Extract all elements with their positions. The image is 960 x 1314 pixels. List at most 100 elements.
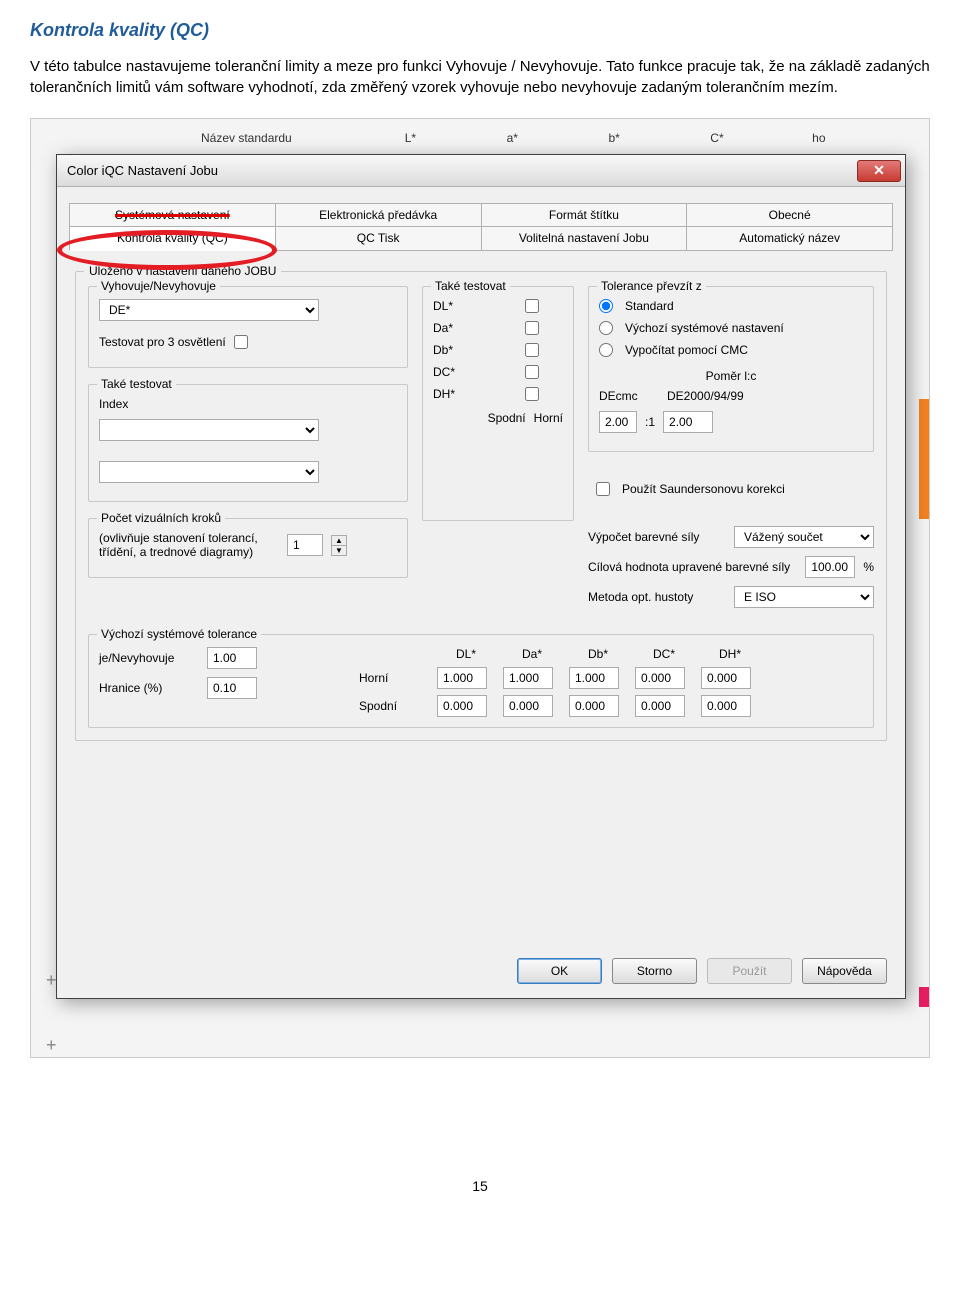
- border-tol-input[interactable]: [207, 677, 257, 699]
- border-tol-label: Hranice (%): [99, 681, 199, 695]
- dialog-title: Color iQC Nastavení Jobu: [67, 163, 857, 178]
- de-select[interactable]: DE*: [99, 299, 319, 321]
- group-saved-in-job: Uloženo v nastavení daného JOBU Vyhovuje…: [75, 271, 887, 741]
- tol-upper-label: Horní: [359, 671, 429, 685]
- opt-density-label: Metoda opt. hustoty: [588, 590, 726, 604]
- help-button[interactable]: Nápověda: [802, 958, 887, 984]
- group-title: Vyhovuje/Nevyhovuje: [97, 279, 220, 293]
- tol-lower-input[interactable]: [635, 695, 685, 717]
- group-visual-steps: Počet vizuálních kroků (ovlivňuje stanov…: [88, 518, 408, 578]
- decmc-label: DEcmc: [599, 389, 659, 403]
- column-header: C*: [710, 131, 812, 145]
- tolfrom-standard-radio[interactable]: [599, 299, 613, 313]
- group-system-tolerances: Výchozí systémové tolerance je/Nevyhovuj…: [88, 634, 874, 728]
- close-button[interactable]: ✕: [857, 160, 901, 182]
- group-title: Výchozí systémové tolerance: [97, 627, 261, 641]
- page-number: 15: [30, 1178, 930, 1194]
- tol-header: DL*: [437, 647, 495, 661]
- saunderson-label: Použít Saundersonovu korekci: [622, 482, 785, 496]
- also-index-select-2[interactable]: [99, 461, 319, 483]
- tol-lower-label: Spodní: [359, 699, 429, 713]
- calc-strength-select[interactable]: Vážený součet: [734, 526, 874, 548]
- tolfrom-standard-label: Standard: [625, 299, 674, 313]
- ok-button[interactable]: OK: [517, 958, 602, 984]
- tol-lower-input[interactable]: [569, 695, 619, 717]
- group-title: Také testovat: [431, 279, 510, 293]
- dl-label: DL*: [433, 299, 453, 313]
- dc-checkbox[interactable]: [525, 365, 539, 379]
- de2000-input[interactable]: [663, 411, 713, 433]
- group-title: Také testovat: [97, 377, 176, 391]
- da-label: Da*: [433, 321, 453, 335]
- column-header: L*: [405, 131, 507, 145]
- table-header-row: Název standardu L* a* b* C* ho: [201, 131, 914, 145]
- calc-strength-label: Výpočet barevné síly: [588, 530, 726, 544]
- tab-optional-job[interactable]: Volitelná nastavení Jobu: [481, 227, 687, 251]
- de2000-label: DE2000/94/99: [667, 389, 744, 403]
- target-strength-input[interactable]: [805, 556, 855, 578]
- ratio-label: Poměr l:c: [599, 369, 863, 383]
- tab-system-settings[interactable]: Systémová nastavení: [69, 203, 275, 227]
- tolfrom-system-label: Výchozí systémové nastavení: [625, 321, 784, 335]
- column-header: ho: [812, 131, 914, 145]
- ratio-sep: :1: [645, 415, 655, 429]
- tol-upper-input[interactable]: [701, 667, 751, 689]
- tol-header: Da*: [503, 647, 561, 661]
- tolfrom-system-radio[interactable]: [599, 321, 613, 335]
- group-pass-fail: Vyhovuje/Nevyhovuje DE* Testovat pro 3 o…: [88, 286, 408, 368]
- bg-orange-strip: [919, 399, 929, 519]
- tab-general[interactable]: Obecné: [686, 203, 893, 227]
- tab-label-format[interactable]: Formát štítku: [481, 203, 687, 227]
- also-index-label: Index: [99, 397, 128, 411]
- tol-upper-input[interactable]: [569, 667, 619, 689]
- section-heading: Kontrola kvality (QC): [30, 20, 930, 41]
- screenshot-container: Název standardu L* a* b* C* ho + + Color…: [30, 118, 930, 1058]
- saunderson-checkbox[interactable]: [596, 482, 610, 496]
- also-index-select-1[interactable]: [99, 419, 319, 441]
- tol-upper-input[interactable]: [503, 667, 553, 689]
- test-3-lights-checkbox[interactable]: [234, 335, 248, 349]
- db-label: Db*: [433, 343, 453, 357]
- column-header: a*: [507, 131, 609, 145]
- group-title: Počet vizuálních kroků: [97, 511, 225, 525]
- dl-checkbox[interactable]: [525, 299, 539, 313]
- tol-upper-input[interactable]: [635, 667, 685, 689]
- dialog-buttons: OK Storno Použít Nápověda: [517, 958, 887, 984]
- column-header: Název standardu: [201, 131, 405, 145]
- stepper-down-icon[interactable]: ▼: [332, 546, 346, 555]
- visual-steps-hint: (ovlivňuje stanovení tolerancí, třídění,…: [99, 531, 279, 559]
- dc-label: DC*: [433, 365, 455, 379]
- red-annotation-circle: [57, 230, 277, 270]
- visual-steps-input[interactable]: [287, 534, 323, 556]
- tolfrom-cmc-label: Vypočítat pomocí CMC: [625, 343, 748, 357]
- passfail-tol-label: je/Nevyhovuje: [99, 651, 199, 665]
- passfail-tol-input[interactable]: [207, 647, 257, 669]
- group-tolerance-from: Tolerance převzít z Standard Výchozí sys…: [588, 286, 874, 452]
- tol-lower-input[interactable]: [701, 695, 751, 717]
- test-3-lights-label: Testovat pro 3 osvětlení: [99, 335, 226, 349]
- tol-header: Db*: [569, 647, 627, 661]
- dh-checkbox[interactable]: [525, 387, 539, 401]
- tolfrom-cmc-radio[interactable]: [599, 343, 613, 357]
- tol-lower-input[interactable]: [437, 695, 487, 717]
- tab-electronic-delivery[interactable]: Elektronická předávka: [275, 203, 481, 227]
- db-checkbox[interactable]: [525, 343, 539, 357]
- tol-header: DC*: [635, 647, 693, 661]
- cancel-button[interactable]: Storno: [612, 958, 697, 984]
- tol-header: DH*: [701, 647, 759, 661]
- stepper-up-icon[interactable]: ▲: [332, 536, 346, 546]
- opt-density-select[interactable]: E ISO: [734, 586, 874, 608]
- plus-icon: +: [46, 1038, 60, 1052]
- ratio-lc-input[interactable]: [599, 411, 637, 433]
- tol-upper-input[interactable]: [437, 667, 487, 689]
- target-strength-label: Cílová hodnota upravené barevné síly: [588, 560, 797, 574]
- da-checkbox[interactable]: [525, 321, 539, 335]
- group-also-test: Také testovat DL* Da* Db* DC* DH* Spodní…: [422, 286, 574, 521]
- tol-lower-input[interactable]: [503, 695, 553, 717]
- tab-qc-print[interactable]: QC Tisk: [275, 227, 481, 251]
- tab-auto-name[interactable]: Automatický název: [686, 227, 893, 251]
- percent-label: %: [863, 560, 874, 574]
- apply-button[interactable]: Použít: [707, 958, 792, 984]
- group-also-test-index: Také testovat Index: [88, 384, 408, 502]
- column-header: b*: [608, 131, 710, 145]
